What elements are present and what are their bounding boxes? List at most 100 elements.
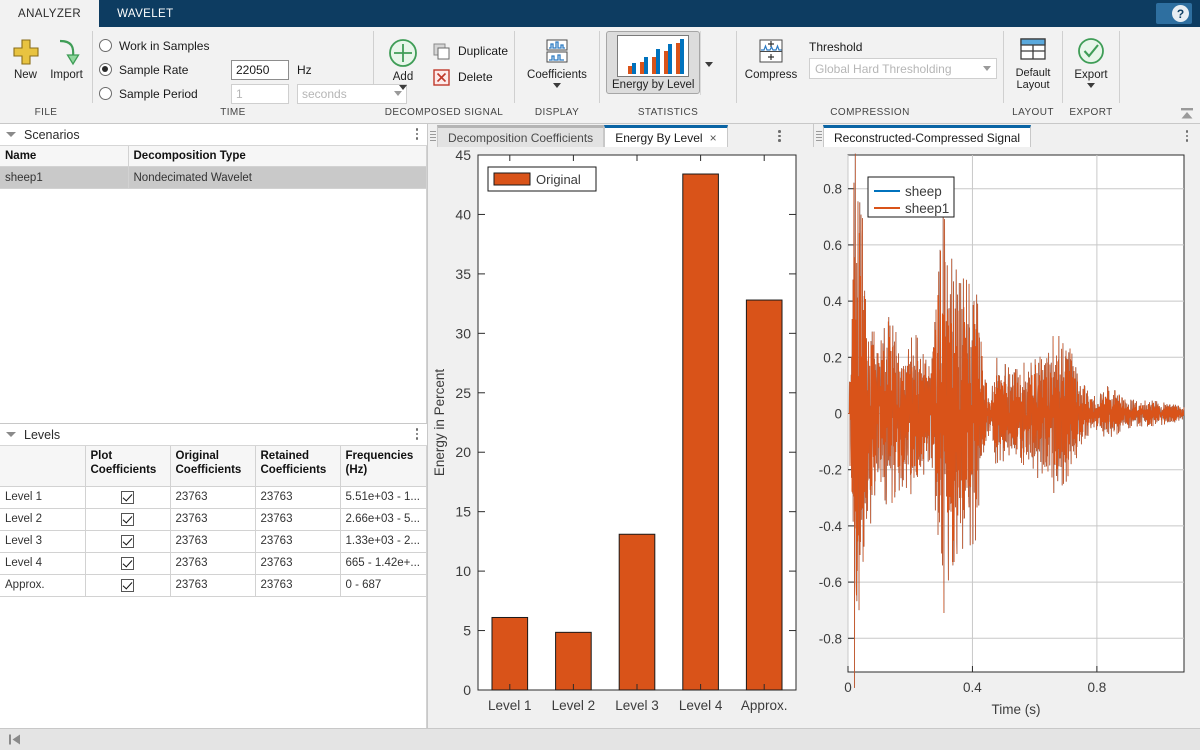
sample-period-input[interactable] [231, 84, 289, 104]
levels-options-button[interactable] [416, 428, 419, 440]
radio-sample-period[interactable]: Sample Period seconds [99, 83, 407, 104]
help-button[interactable]: ? [1156, 3, 1192, 24]
level-original: 23763 [170, 552, 255, 574]
center-tabstrip: Decomposition Coefficients Energy By Lev… [428, 124, 813, 147]
compress-button[interactable]: Compress [743, 32, 799, 81]
chevron-down-icon[interactable] [399, 85, 407, 90]
add-button[interactable]: Add [380, 32, 426, 90]
collapse-left-icon[interactable] [8, 733, 21, 746]
radio-sample-rate-dot [99, 63, 112, 76]
table-header-row: Plot Coefficients Original Coefficients … [0, 446, 427, 486]
energy-by-level-button[interactable]: Energy by Level [606, 31, 700, 94]
table-row[interactable]: Level 3 23763 23763 1.33e+03 - 2... [0, 530, 427, 552]
chevron-down-icon [705, 62, 713, 67]
import-button[interactable]: Import [47, 32, 86, 81]
document-area: Decomposition Coefficients Energy By Lev… [428, 124, 1200, 728]
close-icon[interactable]: × [710, 131, 717, 145]
coefficients-button[interactable]: Coefficients [521, 32, 593, 88]
levels-col-frequencies[interactable]: Frequencies (Hz) [340, 446, 427, 486]
status-bar [0, 728, 1200, 750]
right-tabstrip: Reconstructed-Compressed Signal [814, 124, 1200, 147]
reconstructed-compressed-signal-chart[interactable]: -0.8-0.6-0.4-0.200.20.40.60.800.40.8Time… [814, 147, 1200, 728]
chevron-down-icon [983, 66, 991, 71]
scenarios-header[interactable]: Scenarios [0, 124, 427, 146]
svg-text:10: 10 [455, 563, 471, 579]
levels-title: Levels [24, 428, 60, 442]
plot-coefficients-checkbox[interactable] [121, 579, 134, 592]
svg-text:-0.6: -0.6 [819, 575, 842, 590]
collapse-triangle-icon[interactable] [6, 132, 16, 137]
panel-grip-icon[interactable] [814, 124, 823, 147]
center-panel-options-button[interactable] [778, 130, 781, 142]
compress-button-label: Compress [745, 69, 797, 81]
ribbon-group-statistics-title: STATISTICS [600, 107, 736, 124]
export-button[interactable]: Export [1069, 32, 1113, 88]
duplicate-button[interactable]: Duplicate [432, 40, 508, 62]
plot-coefficients-checkbox[interactable] [121, 557, 134, 570]
energy-by-level-chart[interactable]: 051015202530354045Level 1Level 2Level 3L… [428, 147, 814, 728]
plot-coefficients-checkbox[interactable] [121, 513, 134, 526]
tab-analyzer[interactable]: ANALYZER [0, 0, 99, 27]
right-panel-options-button[interactable] [1186, 130, 1189, 142]
table-row[interactable]: Level 2 23763 23763 2.66e+03 - 5... [0, 508, 427, 530]
table-row[interactable]: Level 1 23763 23763 5.51e+03 - 1... [0, 486, 427, 508]
scenario-name: sheep1 [0, 167, 128, 189]
threshold-select[interactable]: Global Hard Thresholding [809, 58, 997, 79]
tab-decomposition-coefficients-label: Decomposition Coefficients [448, 131, 593, 145]
scenarios-table: Name Decomposition Type sheep1 Nondecima… [0, 146, 427, 189]
tab-decomposition-coefficients[interactable]: Decomposition Coefficients [437, 125, 604, 147]
level-frequencies: 0 - 687 [340, 574, 427, 596]
scenarios-col-name[interactable]: Name [0, 146, 128, 167]
sample-rate-input[interactable] [231, 60, 289, 80]
import-arrow-icon [50, 37, 84, 67]
threshold-label: Threshold [809, 40, 997, 54]
table-row[interactable]: sheep1 Nondecimated Wavelet [0, 167, 427, 189]
ribbon-group-decomposed-title: DECOMPOSED SIGNAL [374, 107, 514, 124]
svg-text:15: 15 [455, 504, 471, 520]
collapse-ribbon-icon[interactable] [1180, 107, 1194, 121]
title-tab-bar: ANALYZER WAVELET ? [0, 0, 1200, 27]
levels-col-retained[interactable]: Retained Coefficients [255, 446, 340, 486]
plot-coefficients-checkbox[interactable] [121, 491, 134, 504]
statistics-dropdown-button[interactable] [700, 31, 716, 95]
table-header-row: Name Decomposition Type [0, 146, 427, 167]
tab-wavelet[interactable]: WAVELET [99, 0, 191, 27]
level-retained: 23763 [255, 530, 340, 552]
default-layout-button[interactable]: Default Layout [1010, 32, 1056, 91]
levels-header[interactable]: Levels [0, 424, 427, 446]
tab-wavelet-label: WAVELET [117, 8, 173, 20]
level-name: Level 4 [0, 552, 85, 574]
svg-text:0.6: 0.6 [823, 238, 842, 253]
circle-plus-icon [387, 37, 419, 69]
svg-text:0.4: 0.4 [963, 680, 982, 695]
panel-grip-icon[interactable] [428, 124, 437, 147]
svg-text:0.2: 0.2 [823, 350, 842, 365]
svg-text:25: 25 [455, 385, 471, 401]
scenarios-options-button[interactable] [416, 128, 419, 140]
new-button[interactable]: New [6, 32, 45, 81]
radio-work-in-samples-dot [99, 39, 112, 52]
table-row[interactable]: Level 4 23763 23763 665 - 1.42e+... [0, 552, 427, 574]
tab-reconstructed-compressed-signal[interactable]: Reconstructed-Compressed Signal [823, 125, 1031, 147]
ribbon-group-export: Export EXPORT [1063, 27, 1119, 124]
level-name: Level 1 [0, 486, 85, 508]
tab-energy-by-level[interactable]: Energy By Level × [604, 125, 727, 147]
chevron-down-icon[interactable] [553, 83, 561, 88]
plot-coefficients-checkbox[interactable] [121, 535, 134, 548]
scenarios-col-type[interactable]: Decomposition Type [128, 146, 427, 167]
radio-sample-rate[interactable]: Sample Rate Hz [99, 59, 407, 80]
svg-text:30: 30 [455, 325, 471, 341]
table-row[interactable]: Approx. 23763 23763 0 - 687 [0, 574, 427, 596]
chevron-down-icon[interactable] [1087, 83, 1095, 88]
collapse-triangle-icon[interactable] [6, 432, 16, 437]
radio-sample-period-label: Sample Period [119, 87, 231, 101]
svg-text:Level 3: Level 3 [615, 698, 659, 713]
levels-col-plot[interactable]: Plot Coefficients [85, 446, 170, 486]
level-original: 23763 [170, 486, 255, 508]
check-circle-icon [1075, 37, 1107, 67]
delete-button[interactable]: Delete [432, 66, 508, 88]
radio-work-in-samples[interactable]: Work in Samples [99, 35, 407, 56]
levels-col-original[interactable]: Original Coefficients [170, 446, 255, 486]
threshold-select-value: Global Hard Thresholding [815, 62, 952, 76]
compress-icon [755, 37, 787, 67]
